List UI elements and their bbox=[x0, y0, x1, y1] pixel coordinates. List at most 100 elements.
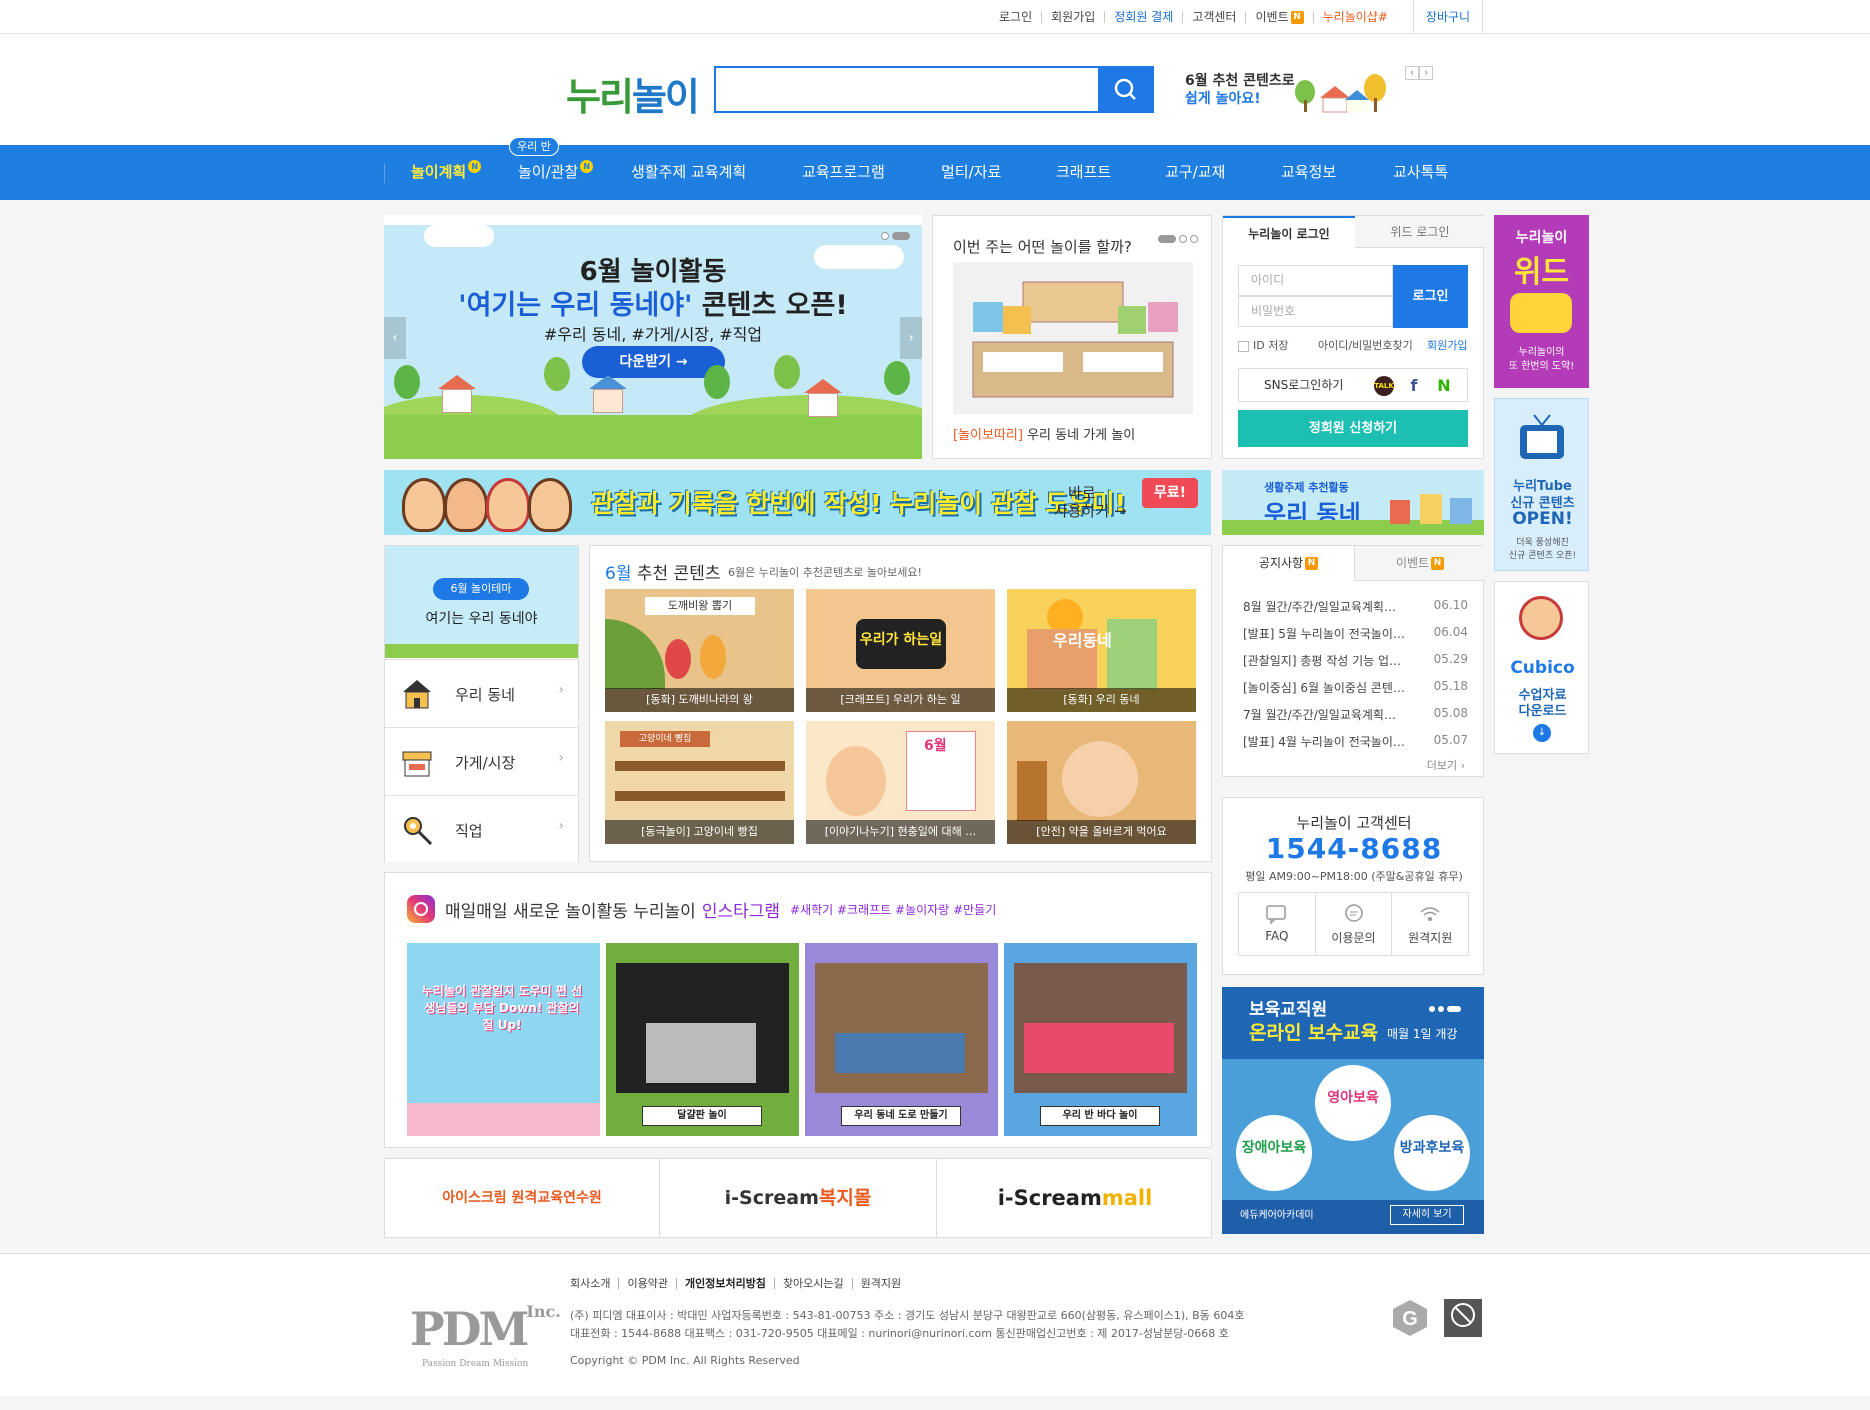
save-id-label: ID 저장 bbox=[1253, 339, 1289, 352]
observation-helper-banner[interactable]: 관찰과 기록을 한번에 작성! 누리놀이 관찰 도우미! 바로 사용하기 → 무료… bbox=[384, 470, 1211, 535]
inquiry-link[interactable]: 이용문의 bbox=[1314, 893, 1392, 955]
footer-link-privacy[interactable]: 개인정보처리방침 bbox=[675, 1278, 774, 1289]
naver-icon[interactable]: N bbox=[1434, 376, 1454, 396]
prev-arrow-icon[interactable]: ‹ bbox=[1405, 66, 1419, 80]
village-theme-banner[interactable]: 생활주제 추천활동 우리 동네 bbox=[1222, 470, 1484, 535]
instagram-post[interactable]: 우리 반 바다 놀이 bbox=[1004, 943, 1197, 1136]
tree-shape bbox=[884, 361, 910, 395]
notice-item[interactable]: [놀이중심] 6월 놀이중심 콘텐… 05.18 bbox=[1243, 679, 1468, 696]
instagram-post[interactable]: 누리놀이 관찰일지 도우미 편 선생님들의 부담 Down! 관찰의 질 Up! bbox=[407, 943, 600, 1136]
edu-line1: 보육교직원 bbox=[1249, 1000, 1328, 1020]
facebook-icon[interactable]: f bbox=[1404, 376, 1424, 396]
recommend-item[interactable]: 우리동네 [동화] 우리 동네 bbox=[1007, 589, 1196, 712]
footer-link-remote[interactable]: 원격지원 bbox=[851, 1278, 909, 1289]
nav-teaching-tools[interactable]: 교구/교재 bbox=[1165, 145, 1225, 200]
save-id-checkbox[interactable] bbox=[1238, 340, 1249, 352]
pagination-dot-active[interactable] bbox=[892, 232, 910, 240]
kakao-talk-icon[interactable]: TALK bbox=[1374, 376, 1394, 396]
with-side-banner[interactable]: 누리놀이 위드 누리놀이의 또 한번의 도약! bbox=[1494, 215, 1589, 388]
recommend-item[interactable]: 우리가 하는일 [크래프트] 우리가 하는 일 bbox=[806, 589, 995, 712]
partner-iscream-mall[interactable]: i-Screammall bbox=[936, 1159, 1213, 1237]
nav-edu-program[interactable]: 교육프로그램 bbox=[802, 145, 885, 200]
customer-center-link[interactable]: 고객센터 bbox=[1182, 11, 1245, 23]
login-link[interactable]: 로그인 bbox=[990, 11, 1041, 23]
nav-multi-materials[interactable]: 멀티/자료 bbox=[941, 145, 1001, 200]
header-promo[interactable]: 6월 추천 콘텐츠로 쉽게 놀아요! bbox=[1185, 72, 1295, 108]
search-icon bbox=[1114, 78, 1136, 100]
banner-prev-arrow-icon[interactable]: ‹ bbox=[384, 317, 406, 359]
tab-notice[interactable]: 공지사항 N bbox=[1223, 546, 1354, 581]
password-field[interactable]: 비밀번호 bbox=[1238, 296, 1393, 327]
tab-with-login[interactable]: 위드 로그인 bbox=[1355, 216, 1485, 248]
pagination-dot[interactable] bbox=[1179, 235, 1187, 243]
signup-link[interactable]: 회원가입 bbox=[1041, 11, 1104, 23]
recommend-item[interactable]: [안전] 약을 올바르게 먹어요 bbox=[1007, 721, 1196, 844]
partner-iscream-training[interactable]: 아이스크림 원격교육연수원 bbox=[385, 1159, 659, 1237]
recommend-item[interactable]: 도깨비왕 뽑기 [동화] 도깨비나라의 왕 bbox=[605, 589, 794, 712]
theme-row-neighborhood[interactable]: 우리 동네 › bbox=[385, 659, 578, 726]
banner-headline-part1: '여기는 우리 동네야' bbox=[458, 290, 693, 321]
recommend-item[interactable]: 6월 [이야기나누기] 현충일에 대해 … bbox=[806, 721, 995, 844]
shop-link[interactable]: 누리놀이샵# bbox=[1312, 11, 1397, 23]
banner-next-arrow-icon[interactable]: › bbox=[900, 317, 922, 359]
theme-row-jobs[interactable]: 직업 › bbox=[385, 795, 578, 862]
observation-go-link[interactable]: 바로 사용하기 → bbox=[1054, 484, 1127, 520]
id-field[interactable]: 아이디 bbox=[1238, 265, 1393, 296]
notice-item[interactable]: [발표] 5월 누리놀이 전국놀이… 06.04 bbox=[1243, 625, 1468, 642]
instagram-post[interactable]: 우리 동네 도로 만들기 bbox=[805, 943, 998, 1136]
notice-item[interactable]: [관찰일지] 총평 작성 기능 업… 05.29 bbox=[1243, 652, 1468, 669]
notice-more-link[interactable]: 더보기 › bbox=[1427, 757, 1465, 773]
theme-row-market[interactable]: 가게/시장 › bbox=[385, 727, 578, 794]
find-account-link[interactable]: 아이디/비밀번호찾기 bbox=[1318, 337, 1413, 353]
nav-life-theme-plan[interactable]: 생활주제 교육계획 bbox=[631, 145, 746, 200]
nav-craft[interactable]: 크래프트 bbox=[1056, 145, 1111, 200]
notice-title: [발표] 4월 누리놀이 전국놀이… bbox=[1243, 735, 1405, 749]
login-button[interactable]: 로그인 bbox=[1393, 265, 1468, 328]
building-shape bbox=[1107, 619, 1157, 689]
pagination-dot[interactable] bbox=[1438, 1006, 1444, 1012]
pagination-dot-active[interactable] bbox=[1158, 235, 1176, 243]
instagram-post[interactable]: 달걀판 놀이 bbox=[606, 943, 799, 1136]
pagination-dot-active[interactable] bbox=[1447, 1006, 1461, 1012]
next-arrow-icon[interactable]: › bbox=[1419, 66, 1433, 80]
nuritube-side-banner[interactable]: 누리Tube 신규 콘텐츠 OPEN! 더욱 풍성해진 신규 콘텐츠 오픈! bbox=[1494, 398, 1589, 571]
edu-pagination bbox=[1426, 997, 1461, 1016]
logo-part2: 놀이 bbox=[631, 75, 700, 119]
main-banner[interactable]: 6월 놀이활동 '여기는 우리 동네야' 콘텐츠 오픈! #우리 동네, #가게… bbox=[384, 215, 922, 459]
download-button[interactable]: 다운받기 → bbox=[582, 346, 725, 378]
online-training-banner[interactable]: 보육교직원 온라인 보수교육 매월 1일 개강 영아보육 장애아보육 방과후보육… bbox=[1222, 987, 1484, 1234]
pagination-dot[interactable] bbox=[881, 232, 889, 240]
cubico-side-banner[interactable]: Cubico 수업자료 다운로드 ↓ bbox=[1494, 581, 1589, 754]
nav-play-plan[interactable]: 놀이계획 N bbox=[411, 145, 482, 200]
notice-item[interactable]: 7월 월간/주간/일일교육계획… 05.08 bbox=[1243, 706, 1468, 723]
membership-payment-link[interactable]: 정회원 결제 bbox=[1104, 11, 1182, 23]
edu-more-button[interactable]: 자세히 보기 bbox=[1390, 1205, 1464, 1225]
edu-line3: 매월 1일 개강 bbox=[1387, 1027, 1458, 1041]
tab-event[interactable]: 이벤트 N bbox=[1354, 546, 1485, 581]
regular-member-join-button[interactable]: 정회원 신청하기 bbox=[1238, 410, 1468, 447]
weekly-play-card[interactable]: 이번 주는 어떤 놀이를 할까? [놀이보따리] 우리 동네 가게 놀이 bbox=[932, 215, 1212, 459]
post-photo bbox=[815, 963, 988, 1093]
banner-headline: '여기는 우리 동네야' 콘텐츠 오픈! bbox=[384, 283, 922, 322]
remote-support-link[interactable]: 원격지원 bbox=[1391, 893, 1468, 955]
partner-iscream-welfare[interactable]: i-Scream복지몰 bbox=[659, 1159, 936, 1237]
recommend-item[interactable]: 고양이네 빵집 [동극놀이] 고양이네 빵집 bbox=[605, 721, 794, 844]
notice-item[interactable]: [발표] 4월 누리놀이 전국놀이… 05.07 bbox=[1243, 733, 1468, 750]
footer-link-company[interactable]: 회사소개 bbox=[570, 1278, 618, 1289]
footer-link-directions[interactable]: 찾아오시는길 bbox=[773, 1278, 852, 1289]
nav-teacher-talk[interactable]: 교사톡톡 bbox=[1393, 145, 1448, 200]
nav-edu-info[interactable]: 교육정보 bbox=[1281, 145, 1336, 200]
event-link[interactable]: 이벤트 N bbox=[1245, 10, 1312, 24]
tab-nurinori-login[interactable]: 누리놀이 로그인 bbox=[1223, 216, 1355, 248]
pagination-dot[interactable] bbox=[1190, 235, 1198, 243]
search-button[interactable] bbox=[1098, 66, 1154, 113]
search-input[interactable] bbox=[716, 68, 1096, 111]
notice-item[interactable]: 8월 월간/주간/일일교육계획… 06.10 bbox=[1243, 598, 1468, 615]
site-logo[interactable]: 누리놀이 bbox=[566, 66, 700, 121]
join-link[interactable]: 회원가입 bbox=[1427, 337, 1467, 353]
footer-link-terms[interactable]: 이용약관 bbox=[618, 1278, 675, 1289]
instagram-icon[interactable] bbox=[407, 895, 435, 923]
faq-link[interactable]: FAQ bbox=[1239, 893, 1315, 955]
cart-link[interactable]: 장바구니 bbox=[1413, 0, 1483, 34]
pagination-dot[interactable] bbox=[1429, 1006, 1435, 1012]
